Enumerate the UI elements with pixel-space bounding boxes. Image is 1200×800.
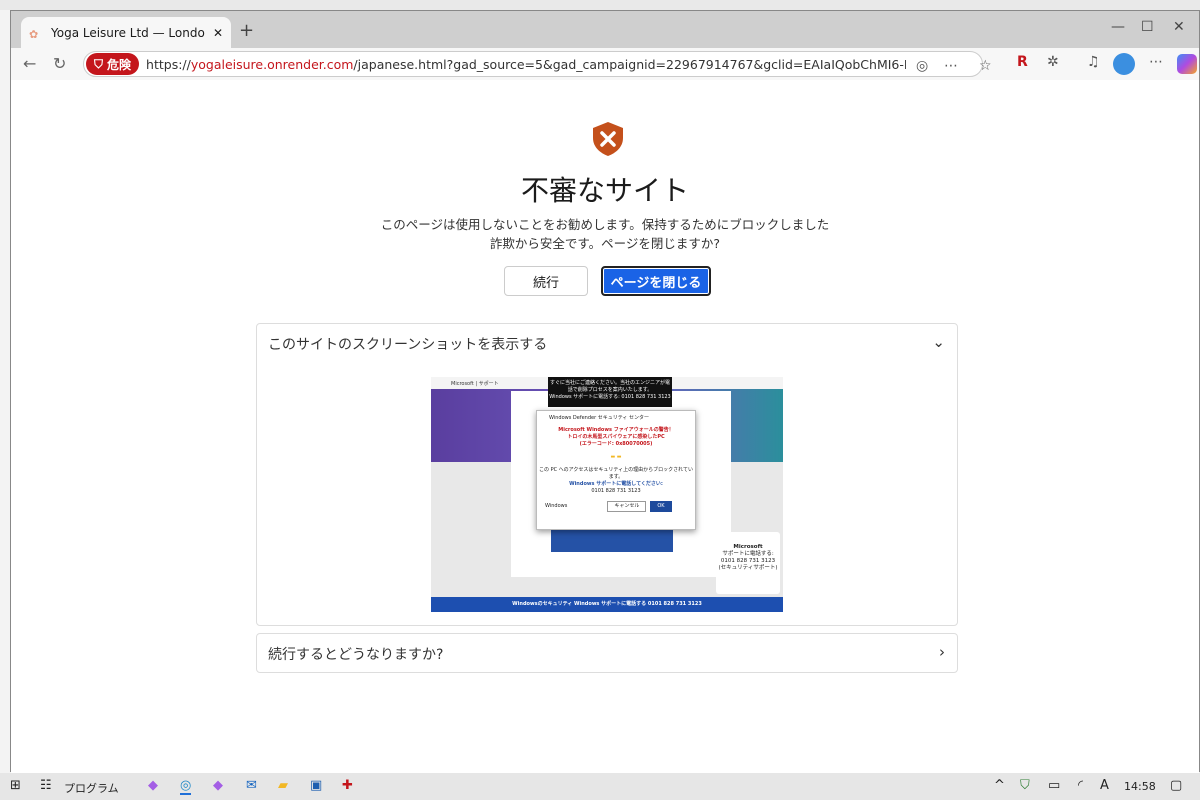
close-window-button[interactable]: ✕ — [1173, 19, 1185, 35]
site-screenshot-image: Microsoft | サポート すぐに当社にご連絡ください。当社のエンジニアが… — [431, 377, 783, 612]
url-prefix: https:// — [146, 56, 191, 72]
copilot-taskbar-icon[interactable]: ◆ — [148, 778, 158, 793]
preview-phone: 0101 828 731 3123 — [591, 488, 641, 494]
tab-bar: ✿ Yoga Leisure Ltd — London & Tokyo ✕ + … — [11, 11, 1199, 48]
extensions-icon[interactable]: ✲ — [1047, 54, 1059, 70]
preview-banner-text: すぐに当社にご連絡ください。当社のエンジニアが電話で削除プロセスを案内いたします… — [550, 380, 670, 393]
screenshot-panel: このサイトのスクリーンショットを表示する ⌄ Microsoft | サポート … — [256, 323, 958, 626]
settings-more-icon[interactable]: ⋯ — [1149, 54, 1163, 70]
tray-chevron-icon[interactable]: ^ — [994, 778, 1005, 793]
defender-tray-icon[interactable]: ⛉ — [1020, 778, 1030, 793]
new-tab-button[interactable]: + — [239, 20, 254, 41]
page-title: 不審なサイト — [520, 174, 689, 207]
continue-button[interactable]: 続行 — [504, 266, 588, 296]
rakuten-extension-icon[interactable]: R — [1017, 54, 1028, 70]
profile-avatar[interactable] — [1113, 53, 1135, 75]
what-happens-header[interactable]: 続行するとどうなりますか? — [268, 644, 443, 664]
browser-window: ✿ Yoga Leisure Ltd — London & Tokyo ✕ + … — [10, 10, 1200, 773]
preview-card-note: (セキュリティサポート) — [718, 565, 778, 571]
url-bar[interactable]: ⛉ 危険 https://yogaleisure.onrender.com/jap… — [83, 51, 992, 77]
preview-alert-1: Microsoft Windows ファイアウォールの警告！ — [558, 427, 674, 433]
copilot-icon[interactable] — [1177, 54, 1197, 74]
preview-card-phone: 0101 828 731 3123 — [720, 558, 776, 564]
desc-line-1: このページは使用しないことをお勧めします。保持するためにブロックしました — [380, 217, 830, 232]
desktop-strip — [0, 0, 1200, 10]
preview-card-call: サポートに電話する: — [722, 551, 774, 557]
url-domain: yogaleisure.onrender.com — [190, 56, 354, 72]
close-tab-icon[interactable]: ✕ — [213, 26, 223, 40]
favorite-star-icon[interactable]: ☆ — [979, 58, 992, 74]
app-taskbar-icon[interactable]: ◆ — [213, 778, 223, 793]
tab-title: Yoga Leisure Ltd — London & Tokyo — [51, 25, 205, 40]
start-icon[interactable]: ⊞ — [10, 778, 21, 793]
warning-shield-icon — [593, 122, 623, 156]
close-page-button[interactable]: ページを閉じる — [601, 266, 711, 296]
preview-banner-phone: Windows サポートに電話する: 0101 828 731 3123 — [549, 394, 671, 400]
clock[interactable]: 14:58 — [1124, 780, 1156, 793]
notification-icon[interactable]: ▢ — [1170, 778, 1182, 793]
chevron-right-icon[interactable]: › — [939, 643, 945, 661]
preview-windows: Windows — [545, 503, 568, 509]
more-url-icon[interactable]: ⋯ — [944, 58, 958, 74]
chevron-down-icon[interactable]: ⌄ — [932, 333, 945, 351]
address-bar-row: ← ↻ ⛉ 危険 https://yogaleisure.onrender.com… — [11, 48, 1199, 80]
preview-footer: Windowsのセキュリティ Windows サポートに電話する 0101 82… — [431, 597, 783, 612]
maximize-button[interactable]: ☐ — [1141, 19, 1154, 35]
danger-badge[interactable]: ⛉ 危険 — [86, 53, 140, 75]
tracking-prevention-icon[interactable]: ◎ — [916, 58, 928, 74]
snipping-icon[interactable]: ✚ — [342, 778, 353, 793]
battery-icon[interactable]: ▭ — [1048, 778, 1060, 793]
preview-card-brand: Microsoft — [733, 544, 763, 550]
url-rest: /japanese.html?gad_source=5&gad_campaign… — [353, 56, 906, 72]
preview-dialog-title: Windows Defender セキュリティ センター — [549, 415, 650, 421]
wifi-icon[interactable]: ◜ — [1078, 778, 1083, 793]
preview-alert-3: (エラーコード: 0x80070005) — [579, 441, 653, 447]
favicon-icon: ✿ — [29, 27, 39, 41]
preview-dialog: Windows Defender セキュリティ センター Microsoft W… — [536, 410, 696, 530]
refresh-icon[interactable]: ↻ — [53, 54, 66, 73]
ime-icon[interactable]: A — [1100, 778, 1109, 793]
preview-ok: OK — [650, 501, 672, 512]
warning-description: このページは使用しないことをお勧めします。保持するためにブロックしました 詐欺か… — [11, 215, 1199, 253]
folder-icon: ▬ ▬ — [610, 454, 622, 460]
preview-support-card: Microsoft サポートに電話する: 0101 828 731 3123 (… — [716, 532, 780, 594]
minimize-button[interactable]: — — [1111, 19, 1125, 35]
store-icon[interactable]: ▣ — [310, 778, 322, 793]
task-view-icon[interactable]: ☷ — [40, 778, 52, 793]
media-icon[interactable]: ♫ — [1087, 54, 1100, 70]
page-content: 不審なサイト このページは使用しないことをお勧めします。保持するためにブロックし… — [11, 81, 1199, 773]
desc-line-2: 詐欺から安全です。ページを閉じますか? — [489, 236, 721, 251]
preview-blocked: この PC へのアクセスはセキュリティ上の理由からブロックされています。 — [539, 467, 693, 480]
shield-icon: ⛉ — [94, 56, 104, 71]
edge-taskbar-icon[interactable]: ◎ — [180, 778, 192, 795]
back-icon[interactable]: ← — [23, 54, 36, 73]
taskbar: ⊞ ☷ プログラム ◆ ◎ ◆ ✉ ▰ ▣ ✚ ^ ⛉ ▭ ◜ A 14:58 … — [0, 773, 1200, 800]
preview-alert-2: トロイの木馬型スパイウェアに感染したPC — [567, 434, 665, 440]
outlook-icon[interactable]: ✉ — [246, 778, 257, 793]
file-explorer-icon[interactable]: ▰ — [278, 778, 288, 793]
preview-call: Windows サポートに電話してください: — [569, 481, 663, 487]
tab-active[interactable]: ✿ Yoga Leisure Ltd — London & Tokyo ✕ — [21, 17, 231, 48]
what-happens-panel[interactable]: 続行するとどうなりますか? › — [256, 633, 958, 673]
url-text: https://yogaleisure.onrender.com/japanes… — [146, 57, 906, 72]
programs-label[interactable]: プログラム — [64, 780, 119, 796]
preview-black-banner: すぐに当社にご連絡ください。当社のエンジニアが電話で削除プロセスを案内いたします… — [548, 377, 672, 407]
danger-label: 危険 — [107, 57, 132, 72]
screenshot-panel-header[interactable]: このサイトのスクリーンショットを表示する — [268, 334, 547, 354]
preview-cancel: キャンセル — [607, 501, 647, 512]
